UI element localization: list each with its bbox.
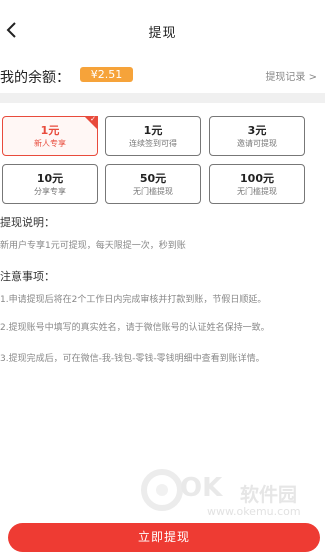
amount-value: 50元 [139,172,167,185]
amount-value: 1元 [40,124,60,137]
withdraw-now-button[interactable]: 立即提现 [8,523,320,552]
amount-option-10[interactable]: 10元 分享专享 [2,164,98,204]
amount-desc: 邀请可提现 [237,139,277,148]
balance-label: 我的余额： [0,70,70,86]
notes-title: 注意事项： [0,270,55,283]
watermark: OK 软件园 www.okemu.com [140,468,325,518]
top-bar: 提现 [0,0,325,58]
watermark-name: 软件园 [240,484,298,506]
amount-value: 100元 [240,172,274,185]
amount-value: 10元 [36,172,64,185]
note-item-1: 1.申请提现后将在2个工作日内完成审核并打款到账，节假日顺延。 [0,295,267,305]
note-item-2: 2.提现账号中填写的真实姓名，请于微信账号的认证姓名保持一致。 [0,323,270,333]
withdraw-record-link[interactable]: 提现记录 > [265,68,317,83]
amount-desc: 无门槛提现 [133,187,173,196]
amount-option-3[interactable]: 3元 邀请可提现 [209,116,305,156]
amount-option-1-signin[interactable]: 1元 连续签到可得 [105,116,201,156]
amount-option-100[interactable]: 100元 无门槛提现 [209,164,305,204]
amount-desc: 分享专享 [34,187,66,196]
balance-row: 我的余额： ¥2.51 提现记录 > [0,58,325,92]
page-title: 提现 [148,26,177,41]
section-divider [0,93,325,103]
watermark-url: www.okemu.com [207,505,301,518]
watermark-brand: OK [180,473,223,503]
amount-desc: 新人专享 [34,139,66,148]
note-item-3: 3.提现完成后，可在微信-我-钱包-零钱-零钱明细中查看到账详情。 [0,354,265,364]
amount-desc: 无门槛提现 [237,187,277,196]
amount-option-50[interactable]: 50元 无门槛提现 [105,164,201,204]
amount-value: 3元 [247,124,267,137]
amount-option-1-newuser[interactable]: ✓ 1元 新人专享 [2,115,98,156]
instructions-title: 提现说明： [0,216,55,229]
check-icon: ✓ [90,115,96,123]
balance-amount-badge: ¥2.51 [80,67,133,82]
amount-value: 1元 [143,124,163,137]
amount-desc: 连续签到可得 [129,139,177,148]
instructions-text: 新用户专享1元可提现，每天限提一次，秒到账 [0,241,186,251]
